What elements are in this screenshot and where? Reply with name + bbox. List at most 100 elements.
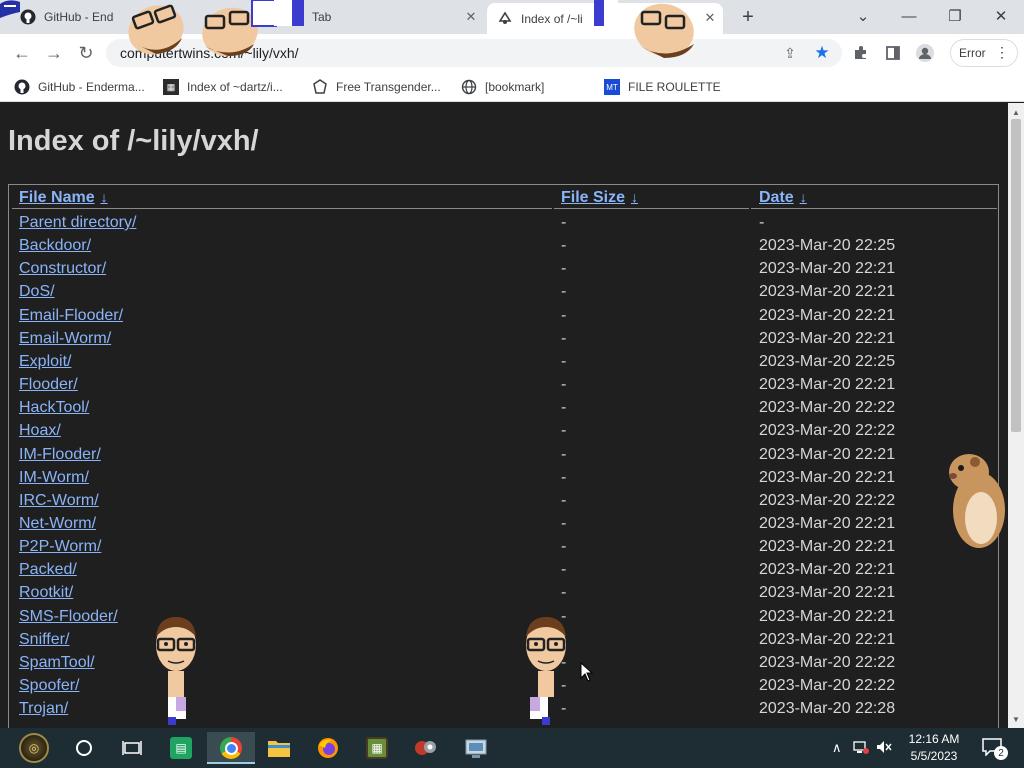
file-name-link[interactable]: Backdoor/ (19, 237, 91, 255)
globe-icon (461, 79, 477, 95)
date-cell: 2023-Mar-20 22:22 (759, 491, 896, 509)
show-hidden-icons-chevron-up-icon[interactable]: ∧ (832, 740, 842, 756)
bookmarks-bar: GitHub - Enderma... ▦ Index of ~dartz/i.… (0, 72, 1024, 102)
profile-avatar-icon[interactable] (914, 42, 936, 64)
game-app-icon (415, 741, 436, 755)
file-name-link[interactable]: Email-Worm/ (19, 330, 111, 348)
taskbar-app-sheets[interactable]: ▤ (165, 732, 197, 764)
file-name-link[interactable]: IM-Flooder/ (19, 446, 101, 464)
file-name-link[interactable]: Trojan/ (19, 700, 68, 718)
date-cell: - (759, 214, 765, 231)
tab-search-chevron-down-icon[interactable]: ⌄ (840, 0, 886, 32)
file-size-cell: - (561, 399, 567, 417)
table-row: Hoax/ - 2023-Mar-20 22:22 (9, 422, 998, 445)
sheets-icon: ▤ (170, 737, 192, 759)
file-name-link[interactable]: DoS/ (19, 283, 55, 301)
error-button[interactable]: Error ⋮ (950, 39, 1018, 67)
table-row: DoS/ - 2023-Mar-20 22:21 (9, 283, 998, 306)
table-row: Backdoor/ - 2023-Mar-20 22:25 (9, 237, 998, 260)
file-name-link[interactable]: Packed/ (19, 561, 77, 579)
scroll-up-arrow-icon[interactable]: ▲ (1008, 105, 1024, 119)
github-icon (20, 9, 36, 25)
window-close-button[interactable]: ✕ (978, 0, 1024, 32)
column-header-file-size[interactable]: File Size ↓ (561, 189, 638, 207)
taskbar-app-control-panel[interactable] (460, 732, 492, 764)
network-icon[interactable] (853, 740, 869, 757)
cartoon-man-sprite (526, 617, 566, 725)
extensions-puzzle-icon[interactable] (850, 42, 872, 64)
table-row: IM-Flooder/ - 2023-Mar-20 22:21 (9, 446, 998, 469)
table-row: Constructor/ - 2023-Mar-20 22:21 (9, 260, 998, 283)
close-icon[interactable]: ✕ (462, 8, 480, 26)
column-header-label: Date (759, 189, 794, 206)
file-name-link[interactable]: Exploit/ (19, 353, 71, 371)
volume-muted-icon[interactable] (876, 740, 892, 757)
scrollbar-thumb[interactable] (1011, 119, 1021, 432)
start-orb-icon: ◎ (19, 733, 49, 763)
cartoon-man-sprite (0, 0, 20, 19)
bookmark-item[interactable]: [bookmark] (461, 78, 544, 96)
taskbar-app-file-explorer[interactable] (263, 732, 295, 764)
file-size-cell: - (561, 306, 567, 324)
file-size-cell: - (561, 214, 567, 231)
bookmark-item[interactable]: GitHub - Enderma... (14, 78, 145, 96)
date-cell: 2023-Mar-20 22:25 (759, 352, 896, 370)
file-name-link[interactable]: Email-Flooder/ (19, 307, 123, 325)
side-panel-icon[interactable] (882, 42, 904, 64)
file-name-link[interactable]: Hoax/ (19, 422, 61, 440)
more-menu-icon[interactable]: ⋮ (995, 44, 1009, 61)
page-scrollbar[interactable]: ▲ ▼ (1008, 103, 1024, 728)
scroll-down-arrow-icon[interactable]: ▼ (1008, 712, 1024, 726)
start-button[interactable]: ◎ (14, 732, 54, 764)
share-icon[interactable]: ⇪ (780, 43, 800, 63)
file-name-link[interactable]: P2P-Worm/ (19, 538, 101, 556)
column-header-label: File Name (19, 189, 95, 206)
file-size-cell: - (561, 468, 567, 486)
file-name-link[interactable]: Net-Worm/ (19, 515, 96, 533)
grid-icon: ▦ (163, 79, 179, 95)
file-name-link[interactable]: Rootkit/ (19, 584, 73, 602)
task-view-button[interactable] (116, 732, 148, 764)
notification-center-button[interactable]: 2 (982, 738, 1008, 760)
new-tab-button[interactable]: + (737, 6, 759, 28)
file-name-link[interactable]: Parent directory/ (19, 214, 136, 232)
minimize-button[interactable]: — (886, 0, 932, 32)
cartoon-man-sprite (594, 0, 694, 58)
firefox-icon (318, 738, 338, 758)
bookmark-star-icon[interactable]: ★ (812, 43, 832, 63)
column-header-file-name[interactable]: File Name ↓ (19, 189, 108, 207)
date-cell: 2023-Mar-20 22:21 (759, 283, 896, 301)
bookmark-item[interactable]: MT FILE ROULETTE (604, 78, 721, 96)
file-name-link[interactable]: Flooder/ (19, 376, 78, 394)
file-name-link[interactable]: IRC-Worm/ (19, 492, 99, 510)
forward-arrow-icon[interactable]: → (42, 41, 66, 65)
taskbar-app-firefox[interactable] (312, 732, 344, 764)
file-name-link[interactable]: SMS-Flooder/ (19, 608, 118, 626)
task-view-icon (122, 741, 142, 755)
taskbar-app-game[interactable] (410, 732, 442, 764)
date-cell: 2023-Mar-20 22:21 (759, 607, 896, 625)
file-name-link[interactable]: IM-Worm/ (19, 469, 89, 487)
file-name-link[interactable]: SpamTool/ (19, 654, 95, 672)
bookmark-item[interactable]: ▦ Index of ~dartz/i... (163, 78, 283, 96)
file-name-link[interactable]: Spoofer/ (19, 677, 79, 695)
file-name-link[interactable]: Sniffer/ (19, 631, 69, 649)
column-header-date[interactable]: Date ↓ (759, 189, 807, 207)
file-name-link[interactable]: HackTool/ (19, 399, 89, 417)
file-size-cell: - (561, 514, 567, 532)
system-clock[interactable]: 12:16 AM 5/5/2023 (896, 731, 972, 765)
taskbar-app-chrome[interactable] (207, 732, 255, 764)
sort-arrow-icon: ↓ (631, 189, 639, 205)
file-size-cell: - (561, 237, 567, 255)
restore-button[interactable]: ❐ (932, 0, 978, 32)
back-arrow-icon[interactable]: ← (10, 41, 34, 65)
date-cell: 2023-Mar-20 22:21 (759, 445, 896, 463)
bookmark-item[interactable]: Free Transgender... (312, 78, 441, 96)
reload-icon[interactable]: ↻ (74, 41, 98, 65)
file-size-cell: - (561, 561, 567, 579)
hamster-sprite (949, 454, 1005, 548)
taskbar-app-minecraft[interactable]: ▦ (361, 732, 393, 764)
search-button[interactable] (68, 732, 100, 764)
cartoon-man-sprite (156, 617, 196, 725)
file-name-link[interactable]: Constructor/ (19, 260, 106, 278)
